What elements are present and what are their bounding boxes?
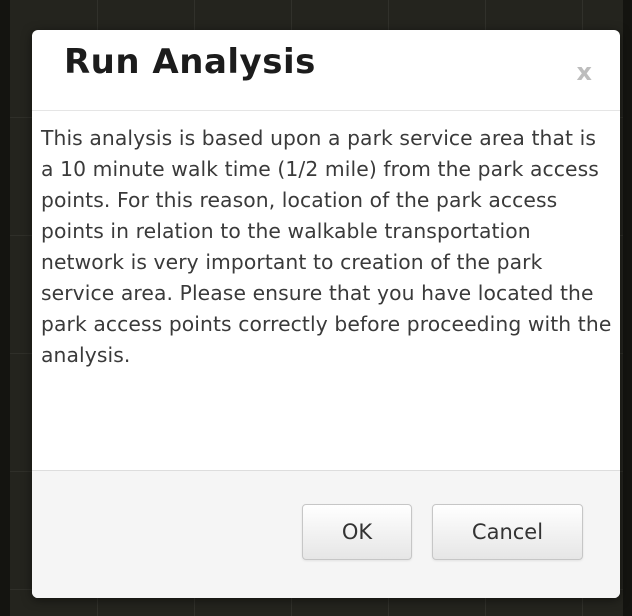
run-analysis-dialog: Run Analysis x This analysis is based up… — [32, 30, 620, 598]
dialog-header: Run Analysis x — [32, 30, 620, 111]
ok-button[interactable]: OK — [302, 504, 412, 560]
cancel-button[interactable]: Cancel — [432, 504, 583, 560]
close-icon[interactable]: x — [577, 60, 592, 84]
dialog-message: This analysis is based upon a park servi… — [41, 126, 612, 367]
dialog-title: Run Analysis — [64, 42, 316, 82]
dialog-footer: OK Cancel — [32, 470, 620, 598]
